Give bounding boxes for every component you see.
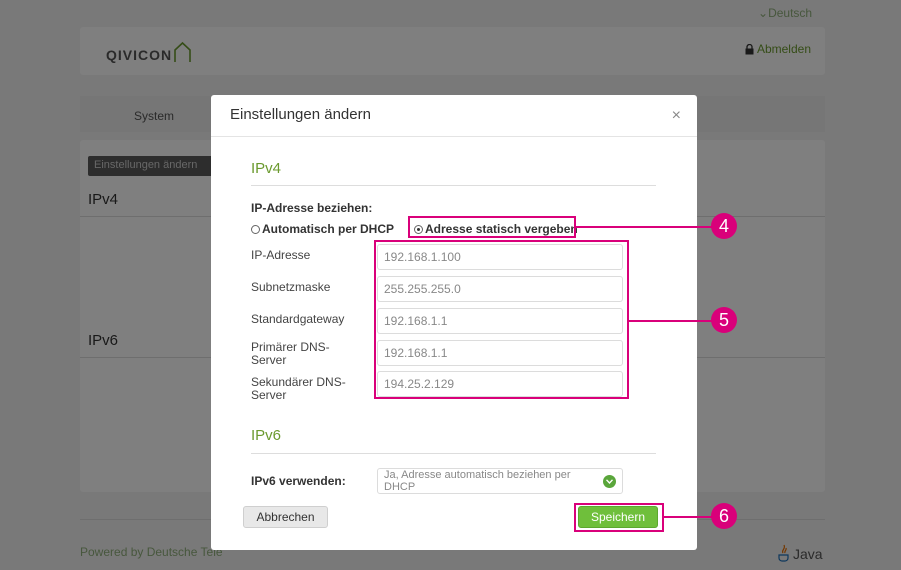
section-divider — [251, 185, 656, 186]
callout-line-6 — [664, 516, 713, 518]
ipv6-select-value: Ja, Adresse automatisch beziehen per DHC… — [384, 469, 571, 493]
chevron-down-icon — [603, 474, 616, 488]
ipv6-select[interactable]: Ja, Adresse automatisch beziehen per DHC… — [377, 468, 623, 494]
close-icon[interactable]: × — [672, 107, 681, 125]
radio-circle[interactable] — [251, 224, 260, 234]
callout-5: 5 — [711, 307, 737, 333]
cancel-button[interactable]: Abbrechen — [243, 506, 328, 528]
secondary-dns-label: Sekundärer DNS-Server — [251, 375, 346, 402]
callout-line-5 — [629, 320, 713, 322]
dialog-header: Einstellungen ändern × — [211, 95, 697, 137]
ip-obtain-label: IP-Adresse beziehen: — [251, 201, 373, 215]
callout-6: 6 — [711, 503, 737, 529]
subnet-mask-label: Subnetzmaske — [251, 280, 331, 294]
radio-dhcp[interactable]: Automatisch per DHCP — [251, 222, 394, 236]
ipv4-section-title: IPv4 — [251, 160, 282, 177]
highlight-ip-fields — [374, 240, 629, 399]
dialog-title: Einstellungen ändern — [230, 106, 371, 123]
ip-address-label: IP-Adresse — [251, 248, 311, 262]
highlight-static-radio — [408, 216, 576, 238]
primary-dns-label: Primärer DNS-Server — [251, 340, 330, 367]
callout-4: 4 — [711, 213, 737, 239]
highlight-save-button — [574, 503, 664, 532]
section-divider — [251, 453, 656, 454]
ipv6-section-title: IPv6 — [251, 427, 282, 444]
radio-dhcp-label: Automatisch per DHCP — [262, 222, 395, 236]
ipv6-use-label: IPv6 verwenden: — [251, 474, 346, 488]
callout-line-4 — [576, 226, 713, 228]
gateway-label: Standardgateway — [251, 312, 345, 326]
